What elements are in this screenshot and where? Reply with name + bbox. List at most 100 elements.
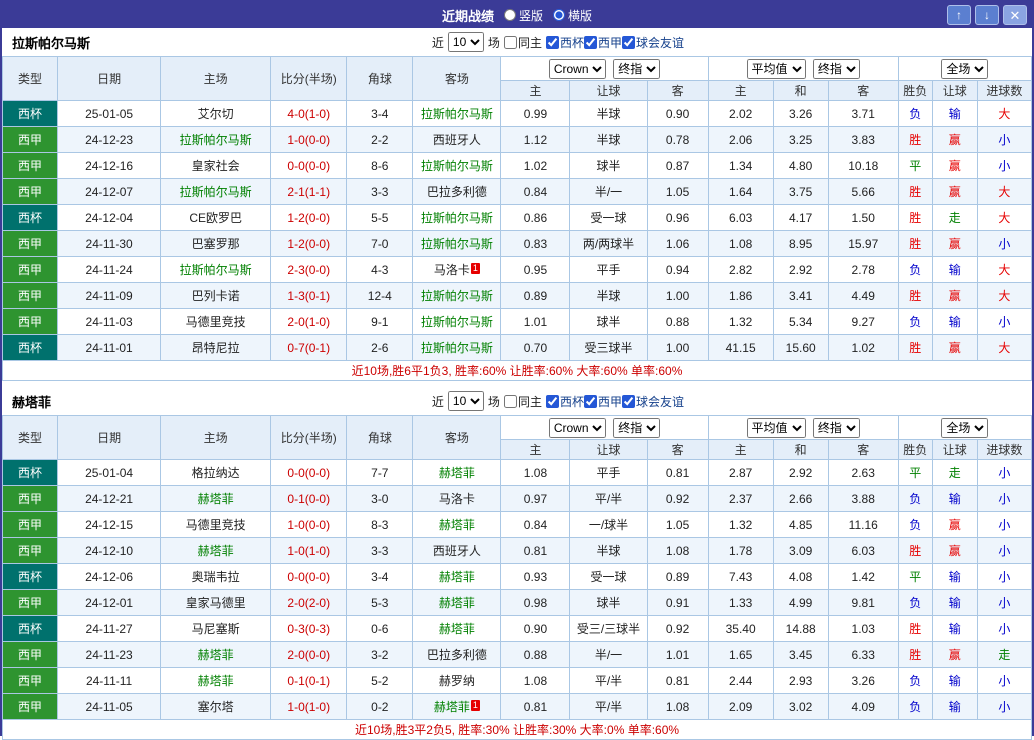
company-select[interactable]: Crown	[548, 417, 606, 438]
liga-filter[interactable]: 西甲	[583, 34, 622, 51]
goals-result-cell: 小	[976, 537, 1033, 564]
result-cell: 胜	[897, 537, 933, 564]
league-badge: 西甲	[1, 178, 59, 205]
move-down-button[interactable]: ↓	[975, 5, 999, 25]
avg-away-odds: 1.02	[827, 334, 899, 361]
cup-filter[interactable]: 西杯	[545, 393, 584, 410]
avg-draw-odds: 2.66	[772, 485, 829, 512]
away-team: 赫塔菲	[412, 589, 502, 616]
handicap-result-cell: 输	[931, 693, 978, 720]
goals-result-cell: 小	[976, 589, 1033, 616]
match-date: 24-12-10	[57, 537, 162, 564]
result-cell: 平	[897, 152, 933, 179]
liga-filter-label: 西甲	[597, 35, 622, 50]
home-team: 皇家社会	[160, 152, 272, 179]
close-button[interactable]: ✕	[1003, 5, 1027, 25]
match-score: 2-0(2-0)	[270, 589, 348, 616]
layout-horizontal-option[interactable]: 横版	[553, 7, 592, 24]
move-up-button[interactable]: ↑	[947, 5, 971, 25]
handicap-away-odds: 1.08	[646, 693, 709, 720]
liga-checkbox[interactable]	[583, 394, 597, 408]
handicap-result-cell: 赢	[931, 230, 978, 257]
fulltime-select[interactable]: 全场	[941, 417, 989, 438]
match-score: 2-3(0-0)	[270, 256, 348, 283]
league-badge: 西甲	[1, 511, 59, 538]
same-home-checkbox[interactable]	[503, 35, 517, 49]
handicap-away-odds: 0.90	[646, 100, 709, 127]
horizontal-radio[interactable]	[553, 9, 566, 21]
match-row: 西甲 24-11-30 巴塞罗那 1-2(0-0) 7-0 拉斯帕尔马斯 0.83 两/两球半…	[1, 230, 1033, 257]
match-row: 西甲 24-12-07 拉斯帕尔马斯 2-1(1-1) 3-3 巴拉多利德 0.84 半/一 1…	[1, 178, 1033, 205]
home-team: CE欧罗巴	[160, 204, 272, 231]
cup-filter-label: 西杯	[559, 35, 584, 50]
avg-away-odds: 15.97	[827, 230, 899, 257]
corner-score: 7-0	[346, 230, 414, 257]
match-row: 西甲 24-12-21 赫塔菲 0-1(0-0) 3-0 马洛卡 0.97 平/半 0.92 2.…	[1, 485, 1033, 512]
down-arrow-icon: ↓	[984, 8, 990, 22]
horizontal-radio-label: 横版	[568, 8, 593, 23]
friendly-filter[interactable]: 球会友谊	[621, 34, 684, 51]
match-date: 25-01-05	[57, 100, 162, 127]
friendly-checkbox[interactable]	[621, 394, 635, 408]
liga-checkbox[interactable]	[583, 35, 597, 49]
friendly-filter[interactable]: 球会友谊	[621, 393, 684, 410]
average-select[interactable]: 平均值	[746, 417, 806, 438]
avg-away-odds: 9.27	[827, 308, 899, 335]
handicap-home-odds: 0.84	[500, 178, 571, 205]
fulltime-select[interactable]: 全场	[941, 58, 989, 79]
company-select[interactable]: Crown	[548, 58, 606, 79]
team-section-getafe: 赫塔菲 近 10 场 同主 西杯 西甲 球会友谊 类型 日期 主场 比分(半场)…	[1, 387, 1033, 740]
match-score: 1-2(0-0)	[270, 204, 348, 231]
handicap-away-odds: 0.78	[646, 126, 709, 153]
handicap-line: 平/半	[569, 485, 648, 512]
avg-away-odds: 2.63	[827, 459, 899, 486]
away-team: 巴拉多利德	[412, 178, 502, 205]
same-home-filter[interactable]: 同主	[503, 34, 542, 51]
handicap-away-odds: 0.92	[646, 615, 709, 642]
avg-away-odds: 6.33	[827, 641, 899, 668]
match-date: 24-12-15	[57, 511, 162, 538]
cup-checkbox[interactable]	[545, 394, 559, 408]
cup-filter[interactable]: 西杯	[545, 34, 584, 51]
match-count-select[interactable]: 10	[447, 391, 484, 411]
handicap-away-odds: 0.91	[646, 589, 709, 616]
avg-home-odds: 1.34	[707, 152, 774, 179]
away-team: 赫塔菲	[412, 615, 502, 642]
league-badge: 西甲	[1, 641, 59, 668]
vertical-radio[interactable]	[503, 9, 516, 21]
handicap-home-odds: 1.08	[500, 459, 571, 486]
avg-away-odds: 4.49	[827, 282, 899, 309]
cup-checkbox[interactable]	[545, 35, 559, 49]
match-count-select[interactable]: 10	[447, 32, 484, 52]
home-team: 拉斯帕尔马斯	[160, 178, 272, 205]
result-cell: 平	[897, 563, 933, 590]
home-team: 巴塞罗那	[160, 230, 272, 257]
col-home: 主场	[160, 415, 272, 460]
goals-result-cell: 小	[976, 511, 1033, 538]
liga-filter[interactable]: 西甲	[583, 393, 622, 410]
avg-home-odds: 2.37	[707, 485, 774, 512]
match-score: 0-1(0-0)	[270, 485, 348, 512]
same-home-checkbox[interactable]	[503, 394, 517, 408]
avg-draw-odds: 3.26	[772, 100, 829, 127]
match-row: 西杯 24-12-06 奥瑞韦拉 0-0(0-0) 3-4 赫塔菲 0.93 受一球 0.89 7…	[1, 563, 1033, 590]
friendly-checkbox[interactable]	[621, 35, 635, 49]
same-home-label: 同主	[517, 394, 542, 409]
home-team: 巴列卡诺	[160, 282, 272, 309]
avg-away-odds: 6.03	[827, 537, 899, 564]
result-cell: 平	[897, 459, 933, 486]
same-home-filter[interactable]: 同主	[503, 393, 542, 410]
summary-row: 近10场,胜3平2负5, 胜率:30% 让胜率:30% 大率:0% 单率:60%	[2, 719, 1032, 740]
final-odds-select[interactable]: 终指	[613, 417, 661, 438]
final-odds-select-2[interactable]: 终指	[812, 58, 860, 79]
avg-home-odds: 1.86	[707, 282, 774, 309]
avg-draw-odds: 3.45	[772, 641, 829, 668]
final-odds-select-2[interactable]: 终指	[812, 417, 860, 438]
result-cell: 负	[897, 485, 933, 512]
fulltime-select-group: 全场	[897, 56, 1033, 81]
layout-vertical-option[interactable]: 竖版	[503, 7, 543, 24]
match-row: 西杯 25-01-04 格拉纳达 0-0(0-0) 7-7 赫塔菲 1.08 平手 0.81 2.…	[1, 459, 1033, 486]
final-odds-select[interactable]: 终指	[613, 58, 661, 79]
col-date: 日期	[57, 56, 162, 101]
average-select[interactable]: 平均值	[746, 58, 806, 79]
